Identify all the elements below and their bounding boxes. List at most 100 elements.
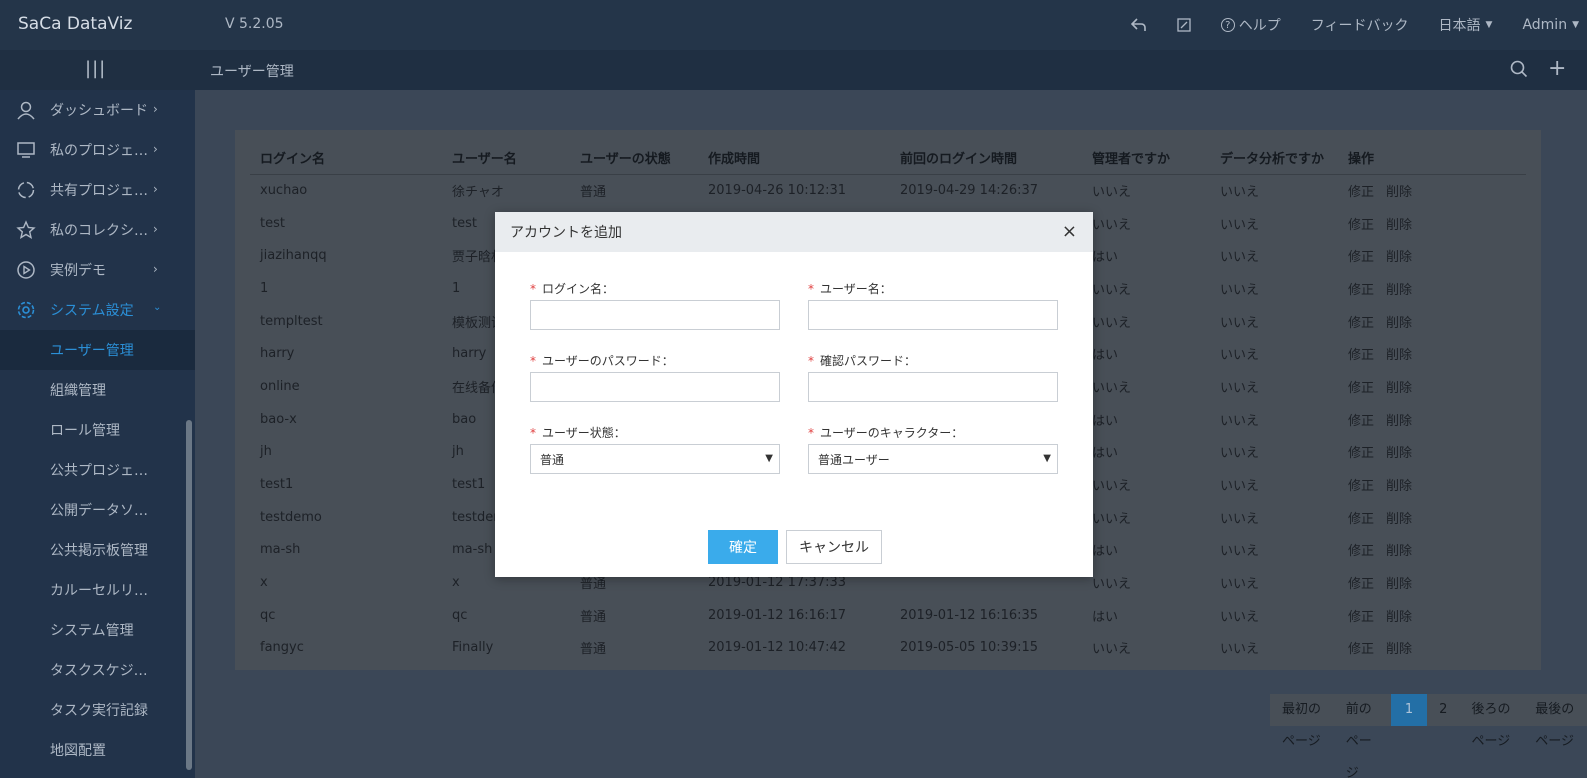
sidebar-item-system-settings[interactable]: システム設定 ⌄ bbox=[0, 290, 195, 330]
sidebar-subitem-public-projects[interactable]: 公共プロジェ… bbox=[0, 450, 195, 490]
cell-status: 普通 bbox=[580, 642, 607, 658]
sidebar-subitem-role-management[interactable]: ロール管理 bbox=[0, 410, 195, 450]
cell-status: 普通 bbox=[580, 609, 607, 625]
page-title: ユーザー管理 bbox=[210, 64, 294, 80]
delete-link[interactable]: 削除 bbox=[1386, 185, 1412, 200]
delete-link[interactable]: 削除 bbox=[1386, 348, 1412, 363]
sidebar-subitem-org-management[interactable]: 組織管理 bbox=[0, 370, 195, 410]
edit-link[interactable]: 修正 bbox=[1348, 348, 1374, 363]
sidebar-subitem-public-board[interactable]: 公共掲示板管理 bbox=[0, 530, 195, 570]
cell-is-admin: いいえ bbox=[1092, 642, 1132, 658]
star-icon bbox=[14, 218, 38, 242]
edit-link[interactable]: 修正 bbox=[1348, 218, 1374, 233]
edit-link[interactable]: 修正 bbox=[1348, 185, 1374, 200]
edit-link[interactable]: 修正 bbox=[1348, 414, 1374, 429]
delete-link[interactable]: 削除 bbox=[1386, 512, 1412, 527]
edit-link[interactable]: 修正 bbox=[1348, 479, 1374, 494]
cancel-button[interactable]: キャンセル bbox=[786, 530, 882, 564]
help-icon: ? bbox=[1220, 18, 1235, 32]
user-status-select[interactable]: 普通 ▼ bbox=[530, 444, 780, 474]
user-dropdown[interactable]: Admin ▼ bbox=[1522, 17, 1579, 33]
sidebar-subitem-user-management[interactable]: ユーザー管理 bbox=[0, 330, 195, 370]
cell-login: xuchao bbox=[260, 183, 308, 199]
app-logo[interactable]: SaCa DataViz bbox=[18, 14, 132, 34]
cell-is-admin: いいえ bbox=[1092, 511, 1132, 527]
edit-link[interactable]: 修正 bbox=[1348, 316, 1374, 331]
add-icon[interactable]: + bbox=[1548, 56, 1566, 81]
sidebar-item-demo[interactable]: 実例デモ › bbox=[0, 250, 195, 290]
user-role-select[interactable]: 普通ユーザー ▼ bbox=[808, 444, 1058, 474]
sidebar-subitem-map-config[interactable]: 地図配置 bbox=[0, 730, 195, 770]
help-label: ヘルプ bbox=[1238, 18, 1281, 34]
delete-link[interactable]: 削除 bbox=[1386, 642, 1412, 657]
page-2-button[interactable]: 2 bbox=[1427, 694, 1459, 726]
confirm-password-input[interactable] bbox=[808, 372, 1058, 402]
confirm-button[interactable]: 確定 bbox=[708, 530, 778, 564]
sidebar-item-dashboard[interactable]: ダッシュボード › bbox=[0, 90, 195, 130]
login-name-input[interactable] bbox=[530, 300, 780, 330]
delete-link[interactable]: 削除 bbox=[1386, 446, 1412, 461]
edit-link[interactable]: 修正 bbox=[1348, 250, 1374, 265]
sidebar-subitem-public-datasource[interactable]: 公開データソ… bbox=[0, 490, 195, 530]
first-page-button[interactable]: 最初のページ bbox=[1270, 694, 1334, 749]
cell-login: testdemo bbox=[260, 509, 322, 525]
cell-actions: 修正 削除 bbox=[1338, 599, 1526, 632]
sidebar-subitem-task-log[interactable]: タスク実行記録 bbox=[0, 690, 195, 730]
edit-link[interactable]: 修正 bbox=[1348, 642, 1374, 657]
delete-link[interactable]: 削除 bbox=[1386, 283, 1412, 298]
edit-link[interactable]: 修正 bbox=[1348, 544, 1374, 559]
edit-link[interactable]: 修正 bbox=[1348, 577, 1374, 592]
confirm-password-field: * 確認パスワード： bbox=[808, 352, 1058, 402]
back-arrow-icon[interactable] bbox=[1130, 18, 1147, 32]
next-page-button[interactable]: 後ろのページ bbox=[1459, 694, 1523, 749]
edit-link[interactable]: 修正 bbox=[1348, 610, 1374, 625]
caret-down-icon: ▼ bbox=[1572, 20, 1579, 30]
user-role-label: * ユーザーのキャラクター： bbox=[808, 426, 964, 440]
delete-link[interactable]: 削除 bbox=[1386, 414, 1412, 429]
sidebar: ダッシュボード › 私のプロジェ… › 共有プロジェ… › 私のコレクシ… › … bbox=[0, 90, 195, 778]
username-input[interactable] bbox=[808, 300, 1058, 330]
sidebar-item-shared-projects[interactable]: 共有プロジェ… › bbox=[0, 170, 195, 210]
delete-link[interactable]: 削除 bbox=[1386, 544, 1412, 559]
edit-link[interactable]: 修正 bbox=[1348, 446, 1374, 461]
search-icon[interactable] bbox=[1510, 60, 1528, 82]
feedback-link[interactable]: フィードバック bbox=[1311, 15, 1409, 35]
delete-link[interactable]: 削除 bbox=[1386, 316, 1412, 331]
edit-link[interactable]: 修正 bbox=[1348, 381, 1374, 396]
sidebar-subitem-carousel[interactable]: カルーセルリ… bbox=[0, 570, 195, 610]
delete-link[interactable]: 削除 bbox=[1386, 250, 1412, 265]
delete-link[interactable]: 削除 bbox=[1386, 577, 1412, 592]
cell-is-admin: はい bbox=[1092, 609, 1119, 625]
play-icon bbox=[14, 258, 38, 282]
sidebar-scrollbar[interactable] bbox=[186, 420, 192, 770]
col-username: ユーザー名 bbox=[442, 142, 570, 175]
edit-link[interactable]: 修正 bbox=[1348, 283, 1374, 298]
help-menu[interactable]: ? ヘルプ bbox=[1220, 15, 1281, 35]
close-icon[interactable]: × bbox=[1062, 221, 1077, 242]
cell-actions: 修正 削除 bbox=[1338, 370, 1526, 403]
col-actions: 操作 bbox=[1338, 142, 1526, 175]
delete-link[interactable]: 削除 bbox=[1386, 610, 1412, 625]
prev-page-button[interactable]: 前のページ bbox=[1334, 694, 1391, 778]
sidebar-item-my-collections[interactable]: 私のコレクシ… › bbox=[0, 210, 195, 250]
delete-link[interactable]: 削除 bbox=[1386, 218, 1412, 233]
delete-link[interactable]: 削除 bbox=[1386, 479, 1412, 494]
cell-is-analyst: いいえ bbox=[1220, 577, 1260, 593]
password-input[interactable] bbox=[530, 372, 780, 402]
last-page-button[interactable]: 最後のページ bbox=[1523, 694, 1587, 749]
menu-toggle-icon[interactable]: ||| bbox=[85, 58, 106, 79]
sidebar-item-my-projects[interactable]: 私のプロジェ… › bbox=[0, 130, 195, 170]
share-icon bbox=[14, 178, 38, 202]
page-1-button[interactable]: 1 bbox=[1390, 694, 1428, 726]
cell-login: templtest bbox=[260, 313, 323, 329]
sidebar-subitem-system-management[interactable]: システム管理 bbox=[0, 610, 195, 650]
edit-link[interactable]: 修正 bbox=[1348, 512, 1374, 527]
delete-link[interactable]: 削除 bbox=[1386, 381, 1412, 396]
cell-login: jiazihanqq bbox=[260, 248, 327, 264]
sidebar-subitem-task-schedule[interactable]: タスクスケジ… bbox=[0, 650, 195, 690]
user-icon bbox=[14, 98, 38, 122]
language-dropdown[interactable]: 日本語 ▼ bbox=[1439, 15, 1493, 35]
edit-icon[interactable] bbox=[1177, 18, 1191, 32]
cell-actions: 修正 削除 bbox=[1338, 207, 1526, 240]
cell-login: test bbox=[260, 215, 285, 231]
